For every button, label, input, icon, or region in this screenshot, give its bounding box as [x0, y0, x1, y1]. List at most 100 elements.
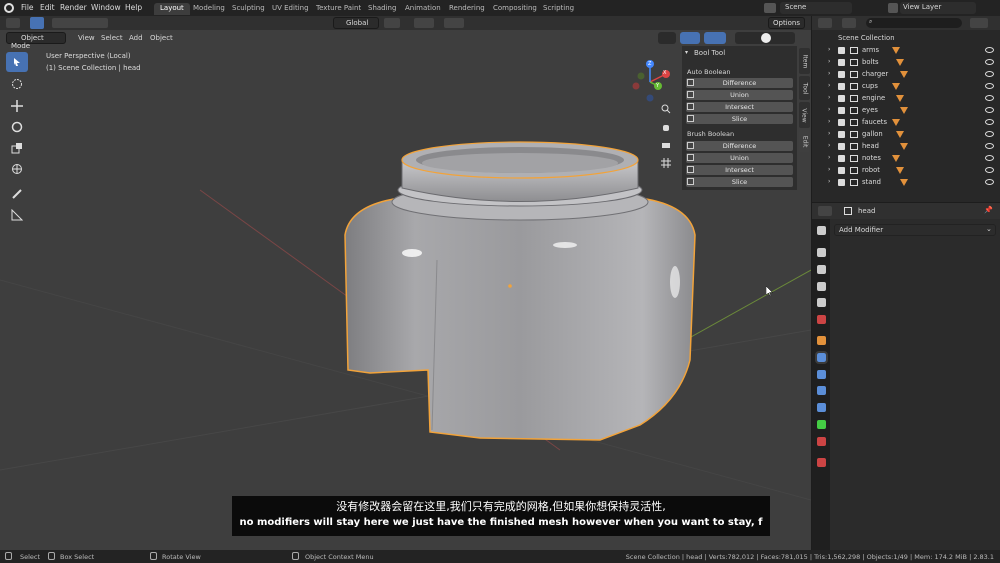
eye-icon[interactable]	[985, 167, 994, 173]
gizmo-toggle-icon[interactable]	[680, 32, 700, 44]
pivot-icon[interactable]	[384, 18, 400, 28]
brush-union-button[interactable]: Union	[686, 153, 793, 163]
viewport-menu-view[interactable]: View	[78, 34, 95, 42]
tab-tool[interactable]: Tool	[799, 76, 810, 100]
outliner-search-input[interactable]: ⌕	[866, 18, 962, 28]
menu-window[interactable]: Window	[91, 3, 121, 12]
tool-icon[interactable]	[817, 226, 826, 235]
tab-uv-editing[interactable]: UV Editing	[266, 3, 315, 15]
tab-animation[interactable]: Animation	[399, 3, 447, 15]
tab-rendering[interactable]: Rendering	[443, 3, 491, 15]
checkbox-icon[interactable]	[838, 131, 845, 138]
mode-selector[interactable]: Object Mode	[6, 32, 66, 50]
expand-arrow-icon[interactable]: ›	[828, 46, 830, 53]
checkbox-icon[interactable]	[838, 179, 845, 186]
world-icon[interactable]	[817, 315, 826, 324]
visibility-icon[interactable]	[658, 32, 676, 44]
tab-view[interactable]: View	[799, 102, 810, 128]
view-layer-icon[interactable]	[817, 282, 826, 291]
checkbox-icon[interactable]	[838, 107, 845, 114]
brush-slice-button[interactable]: Slice	[686, 177, 793, 187]
measure-tool-icon[interactable]	[6, 205, 28, 225]
tab-layout[interactable]: Layout	[154, 3, 190, 15]
brush-difference-button[interactable]: Difference	[686, 141, 793, 151]
checkbox-icon[interactable]	[838, 155, 845, 162]
scene-icon[interactable]	[764, 3, 776, 13]
expand-arrow-icon[interactable]: ›	[828, 142, 830, 149]
brush-intersect-button[interactable]: Intersect	[686, 165, 793, 175]
texture-icon[interactable]	[817, 458, 826, 467]
filter-icon[interactable]	[970, 18, 988, 28]
pin-icon[interactable]: 📌	[984, 206, 993, 214]
checkbox-icon[interactable]	[838, 119, 845, 126]
eye-icon[interactable]	[985, 47, 994, 53]
checkbox-icon[interactable]	[838, 71, 845, 78]
view-layer-icon[interactable]	[888, 3, 898, 13]
checkbox-icon[interactable]	[838, 95, 845, 102]
viewport-menu-select[interactable]: Select	[101, 34, 123, 42]
scale-tool-icon[interactable]	[6, 138, 28, 158]
tab-shading[interactable]: Shading	[362, 3, 402, 15]
outliner-item-gallon[interactable]: › gallon	[812, 129, 1000, 141]
outliner-item-faucets[interactable]: › faucets	[812, 117, 1000, 129]
eye-icon[interactable]	[985, 155, 994, 161]
expand-arrow-icon[interactable]: ›	[828, 154, 830, 161]
grid-view-icon[interactable]	[659, 156, 673, 170]
display-mode-icon[interactable]	[842, 18, 856, 28]
outliner-item-head[interactable]: › head	[812, 141, 1000, 153]
tab-sculpting[interactable]: Sculpting	[226, 3, 271, 15]
pan-hand-icon[interactable]	[659, 120, 673, 134]
add-modifier-dropdown[interactable]: Add Modifier ⌄	[834, 224, 996, 236]
outliner-item-stand[interactable]: › stand	[812, 177, 1000, 189]
particles-icon[interactable]	[817, 370, 826, 379]
transform-tool-icon[interactable]	[6, 159, 28, 179]
auto-union-button[interactable]: Union	[686, 90, 793, 100]
auto-difference-button[interactable]: Difference	[686, 78, 793, 88]
expand-arrow-icon[interactable]: ›	[828, 94, 830, 101]
outliner-item-charger[interactable]: › charger	[812, 69, 1000, 81]
move-tool-icon[interactable]	[6, 96, 28, 116]
outliner-item-engine[interactable]: › engine	[812, 93, 1000, 105]
auto-slice-button[interactable]: Slice	[686, 114, 793, 124]
tab-scripting[interactable]: Scripting	[537, 3, 580, 15]
annotate-tool-icon[interactable]	[6, 184, 28, 204]
tab-edit[interactable]: Edit	[799, 130, 810, 152]
editor-type-icon[interactable]	[6, 18, 20, 28]
material-icon[interactable]	[817, 437, 826, 446]
tab-modeling[interactable]: Modeling	[187, 3, 231, 15]
menu-edit[interactable]: Edit	[40, 3, 55, 12]
expand-arrow-icon[interactable]: ›	[828, 82, 830, 89]
expand-arrow-icon[interactable]: ›	[828, 106, 830, 113]
scene-icon[interactable]	[817, 298, 826, 307]
eye-icon[interactable]	[985, 179, 994, 185]
expand-arrow-icon[interactable]: ›	[828, 58, 830, 65]
eye-icon[interactable]	[985, 143, 994, 149]
shading-buttons[interactable]	[735, 32, 795, 44]
expand-arrow-icon[interactable]: ›	[828, 166, 830, 173]
render-icon[interactable]	[817, 248, 826, 257]
object-data-icon[interactable]	[817, 420, 826, 429]
blender-logo-icon[interactable]	[4, 3, 14, 13]
outliner-item-arms[interactable]: › arms	[812, 45, 1000, 57]
outliner-item-notes[interactable]: › notes	[812, 153, 1000, 165]
constraints-icon[interactable]	[817, 403, 826, 412]
selection-mode-icons[interactable]	[52, 18, 108, 28]
eye-icon[interactable]	[985, 83, 994, 89]
proportional-editing-icon[interactable]	[444, 18, 464, 28]
outliner-item-cups[interactable]: › cups	[812, 81, 1000, 93]
outliner-item-robot[interactable]: › robot	[812, 165, 1000, 177]
menu-file[interactable]: File	[21, 3, 34, 12]
select-box-icon[interactable]	[30, 17, 44, 29]
eye-icon[interactable]	[985, 119, 994, 125]
eye-icon[interactable]	[985, 131, 994, 137]
modifier-wrench-icon[interactable]	[815, 351, 828, 364]
tab-texture-paint[interactable]: Texture Paint	[310, 3, 367, 15]
outliner-editor-icon[interactable]	[818, 18, 832, 28]
viewport-menu-add[interactable]: Add	[129, 34, 143, 42]
checkbox-icon[interactable]	[838, 143, 845, 150]
object-icon[interactable]	[817, 336, 826, 345]
transform-orientation-select[interactable]: Global	[333, 17, 379, 29]
expand-arrow-icon[interactable]: ›	[828, 178, 830, 185]
outliner-item-bolts[interactable]: › bolts	[812, 57, 1000, 69]
expand-arrow-icon[interactable]: ›	[828, 70, 830, 77]
